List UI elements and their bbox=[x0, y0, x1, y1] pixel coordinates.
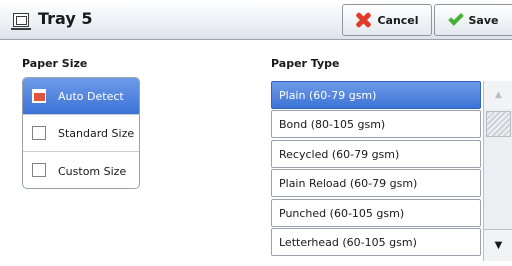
save-label: Save bbox=[468, 13, 499, 27]
paper-type-item[interactable]: Bond (80-105 gsm) bbox=[271, 110, 481, 138]
paper-type-item[interactable]: Plain Reload (60-79 gsm) bbox=[271, 169, 481, 197]
paper-type-label: Paper Type bbox=[271, 57, 340, 70]
title-bar: Tray 5 Cancel Save bbox=[0, 0, 512, 40]
paper-type-item[interactable]: Letterhead (60-105 gsm) bbox=[271, 228, 481, 256]
scrollbar-thumb[interactable] bbox=[486, 111, 511, 137]
cancel-label: Cancel bbox=[377, 13, 419, 27]
standard-size-checkbox-icon bbox=[32, 126, 46, 140]
auto-detect-option[interactable]: Auto Detect bbox=[23, 78, 139, 115]
custom-size-checkbox-icon bbox=[32, 163, 46, 177]
paper-type-list: Plain (60-79 gsm) Bond (80-105 gsm) Recy… bbox=[271, 81, 483, 261]
custom-size-option[interactable]: Custom Size bbox=[23, 152, 139, 188]
auto-detect-checkbox-icon bbox=[32, 89, 46, 103]
page-title: Tray 5 bbox=[38, 9, 93, 28]
standard-size-label: Standard Size bbox=[58, 126, 135, 140]
paper-type-item[interactable]: Recycled (60-79 gsm) bbox=[271, 140, 481, 168]
auto-detect-label: Auto Detect bbox=[58, 89, 124, 103]
cancel-button[interactable]: Cancel bbox=[342, 4, 432, 36]
custom-size-label: Custom Size bbox=[58, 164, 127, 178]
cancel-icon bbox=[355, 12, 371, 28]
scroll-down-icon[interactable]: ▼ bbox=[484, 229, 512, 261]
paper-type-item[interactable]: Punched (60-105 gsm) bbox=[271, 199, 481, 227]
paper-size-group: Auto Detect Standard Size Custom Size bbox=[22, 77, 140, 189]
paper-size-label: Paper Size bbox=[22, 57, 88, 70]
scroll-up-icon[interactable]: ▲ bbox=[484, 81, 512, 109]
paper-type-item[interactable]: Plain (60-79 gsm) bbox=[271, 81, 481, 109]
standard-size-option[interactable]: Standard Size bbox=[23, 115, 139, 152]
tray-icon bbox=[11, 13, 31, 30]
scrollbar[interactable]: ▲ ▼ bbox=[483, 81, 512, 261]
save-button[interactable]: Save bbox=[434, 4, 512, 36]
checkmark-icon bbox=[447, 10, 464, 26]
